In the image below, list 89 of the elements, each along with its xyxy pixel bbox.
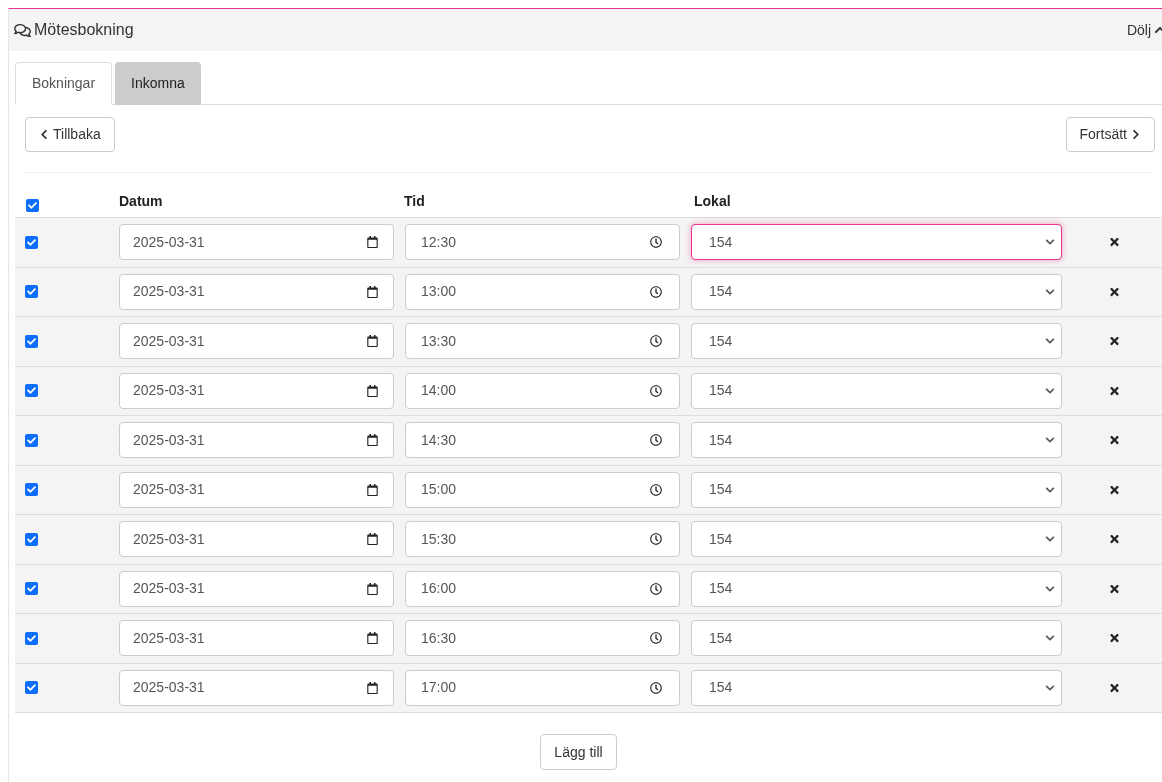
checkbox[interactable]	[25, 285, 38, 299]
calendar-icon	[367, 236, 378, 249]
clock-icon	[650, 384, 662, 397]
chevron-right-icon	[1131, 129, 1141, 140]
tab[interactable]: Bokningar	[15, 62, 113, 105]
checkbox[interactable]	[25, 631, 38, 645]
time-field[interactable]: 17:00	[405, 669, 680, 706]
time-field[interactable]: 13:30	[405, 323, 680, 360]
caret-icon	[1045, 286, 1055, 297]
room-select[interactable]: 154	[691, 273, 1062, 310]
calendar-icon	[367, 582, 378, 595]
time-field[interactable]: 12:30	[405, 224, 680, 261]
checkbox[interactable]	[25, 483, 38, 497]
checkbox[interactable]	[25, 235, 38, 249]
calendar-icon	[367, 285, 378, 298]
room-select[interactable]: 154	[691, 669, 1062, 706]
hide-toggle[interactable]: Dölj	[1126, 19, 1162, 41]
back-button[interactable]: Tillbaka	[25, 117, 115, 152]
room-select[interactable]: 154	[691, 422, 1062, 459]
time-field[interactable]: 16:30	[405, 620, 680, 657]
close-icon	[1108, 632, 1120, 645]
clock-icon	[650, 236, 662, 249]
time-field[interactable]: 15:30	[405, 521, 680, 558]
close-icon	[1108, 582, 1120, 595]
clock-icon	[650, 483, 662, 496]
calendar-icon	[367, 384, 378, 397]
room-select[interactable]: 154	[691, 570, 1062, 607]
room-select[interactable]: 154	[691, 620, 1062, 657]
column-header: Tid	[404, 192, 426, 211]
checkbox[interactable]	[25, 532, 38, 546]
date-field[interactable]: 2025-03-31	[119, 422, 394, 459]
close-icon	[1108, 483, 1120, 496]
calendar-icon	[367, 533, 378, 546]
checkbox[interactable]	[26, 199, 39, 212]
close-icon	[1108, 335, 1120, 348]
clock-icon	[650, 285, 662, 298]
add-button[interactable]: Lägg till	[540, 734, 617, 770]
calendar-icon	[367, 335, 378, 348]
time-field[interactable]: 16:00	[405, 570, 680, 607]
comments-icon	[14, 22, 31, 38]
time-field[interactable]: 14:30	[405, 422, 680, 459]
date-field[interactable]: 2025-03-31	[119, 570, 394, 607]
calendar-icon	[367, 483, 378, 496]
close-icon	[1108, 681, 1120, 694]
checkbox[interactable]	[25, 681, 38, 695]
calendar-icon	[367, 632, 378, 645]
date-field[interactable]: 2025-03-31	[119, 669, 394, 706]
chevron-left-icon	[39, 129, 49, 140]
date-field[interactable]: 2025-03-31	[119, 323, 394, 360]
tab[interactable]: Inkomna	[115, 62, 201, 105]
checkbox[interactable]	[25, 582, 38, 596]
clock-icon	[650, 533, 662, 546]
next-button[interactable]: Fortsätt	[1065, 117, 1155, 152]
caret-icon	[1045, 385, 1055, 396]
date-field[interactable]: 2025-03-31	[119, 521, 394, 558]
checkbox[interactable]	[25, 433, 38, 447]
caret-icon	[1045, 583, 1055, 594]
close-icon	[1108, 434, 1120, 447]
close-icon	[1108, 285, 1120, 298]
panel-title: Mötesbokning	[34, 20, 134, 40]
room-select[interactable]: 154	[691, 471, 1062, 508]
time-field[interactable]: 13:00	[405, 273, 680, 310]
checkbox[interactable]	[25, 384, 38, 398]
caret-icon	[1045, 484, 1055, 495]
clock-icon	[650, 582, 662, 595]
date-field[interactable]: 2025-03-31	[119, 620, 394, 657]
close-icon	[1108, 236, 1120, 249]
close-icon	[1108, 533, 1120, 546]
column-header: Lokal	[694, 192, 731, 211]
date-field[interactable]: 2025-03-31	[119, 224, 394, 261]
clock-icon	[650, 681, 662, 694]
room-select[interactable]: 154	[691, 323, 1062, 360]
room-select[interactable]: 154	[691, 521, 1062, 558]
column-header: Datum	[119, 192, 164, 211]
room-select[interactable]: 154	[691, 224, 1062, 261]
checkbox[interactable]	[25, 334, 38, 348]
room-select[interactable]: 154	[691, 372, 1062, 409]
clock-icon	[650, 632, 662, 645]
calendar-icon	[367, 434, 378, 447]
date-field[interactable]: 2025-03-31	[119, 273, 394, 310]
caret-icon	[1045, 682, 1055, 693]
date-field[interactable]: 2025-03-31	[119, 372, 394, 409]
time-field[interactable]: 15:00	[405, 471, 680, 508]
date-field[interactable]: 2025-03-31	[119, 471, 394, 508]
clock-icon	[650, 335, 662, 348]
calendar-icon	[367, 681, 378, 694]
close-icon	[1108, 384, 1120, 397]
time-field[interactable]: 14:00	[405, 372, 680, 409]
clock-icon	[650, 434, 662, 447]
